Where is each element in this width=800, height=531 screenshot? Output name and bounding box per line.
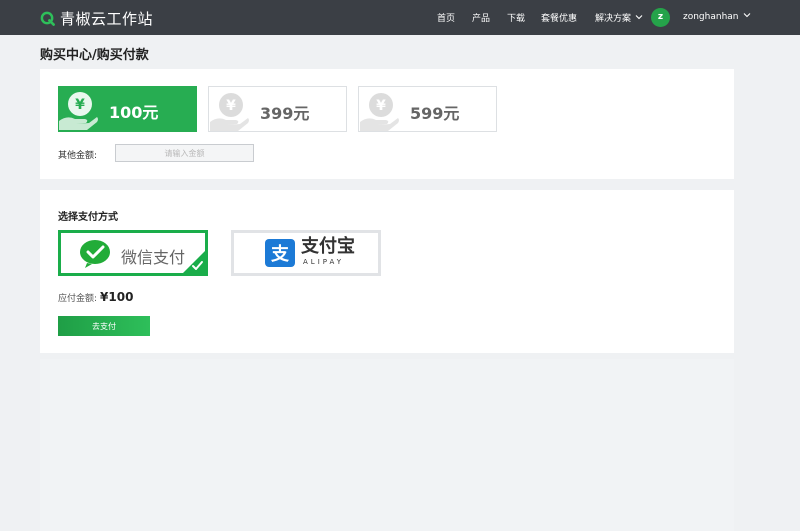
payment-option-label: 微信支付 [121, 248, 186, 267]
amount-selection-card: ¥ 100元 ¥ 399元 ¥ 599元 其他金额: [40, 69, 734, 179]
yuan-coin-hand-icon: ¥ [210, 93, 249, 131]
page-title-breadcrumb: 购买中心/购买付款 [40, 48, 149, 63]
amount-option-599[interactable]: ¥ 599元 [358, 86, 497, 132]
chevron-down-icon [635, 15, 643, 20]
yuan-coin-hand-icon: ¥ [360, 93, 399, 131]
brand-logo-link[interactable]: 青椒云工作站 [40, 8, 153, 29]
payment-option-sublabel: ALIPAY [303, 258, 345, 266]
nav-packages[interactable]: 套餐优惠 [541, 11, 577, 24]
nav-download[interactable]: 下载 [507, 11, 525, 24]
wechat-pay-icon [80, 240, 110, 268]
payment-option-alipay[interactable]: 支 支付宝 ALIPAY [231, 230, 381, 276]
other-amount-label: 其他金额: [58, 151, 98, 161]
pay-button[interactable]: 去支付 [58, 316, 150, 336]
amount-due: 应付金额: ¥100 [58, 290, 133, 304]
user-name-label: zonghanhan [683, 12, 739, 22]
nav-solutions[interactable]: 解决方案 [595, 11, 643, 24]
yuan-coin-hand-icon: ¥ [59, 92, 98, 130]
nav-products[interactable]: 产品 [472, 11, 490, 24]
amount-option-label: 399元 [260, 104, 310, 123]
amount-due-label: 应付金额: [58, 294, 98, 304]
amount-option-label: 100元 [109, 103, 159, 122]
payment-method-card: 选择支付方式 微信支付 支 支付宝 ALIPAY 应付金额: ¥100 去支付 [40, 190, 734, 353]
payment-section-title: 选择支付方式 [58, 212, 118, 223]
content-background-panel [40, 359, 734, 531]
amount-due-value: ¥100 [100, 290, 134, 304]
nav-home[interactable]: 首页 [437, 11, 455, 24]
svg-text:支: 支 [270, 243, 290, 265]
other-amount-input[interactable] [115, 144, 254, 162]
q-logo-icon [40, 11, 55, 26]
nav-solutions-label: 解决方案 [595, 14, 632, 24]
user-avatar[interactable]: z [651, 8, 670, 27]
amount-option-label: 599元 [410, 104, 460, 123]
user-menu[interactable]: zonghanhan [683, 11, 751, 22]
svg-text:¥: ¥ [376, 98, 386, 114]
brand-name: 青椒云工作站 [60, 10, 154, 28]
payment-option-wechat[interactable]: 微信支付 [58, 230, 208, 276]
chevron-down-icon [743, 13, 750, 18]
alipay-icon: 支 [265, 239, 295, 267]
amount-option-399[interactable]: ¥ 399元 [208, 86, 347, 132]
amount-option-100[interactable]: ¥ 100元 [58, 86, 197, 132]
payment-option-label: 支付宝 [301, 236, 355, 257]
top-nav-bar: 青椒云工作站 首页 产品 下载 套餐优惠 解决方案 z zonghanhan [0, 0, 800, 35]
svg-text:¥: ¥ [75, 97, 85, 113]
selected-check-icon [183, 251, 205, 273]
svg-text:¥: ¥ [226, 98, 236, 114]
